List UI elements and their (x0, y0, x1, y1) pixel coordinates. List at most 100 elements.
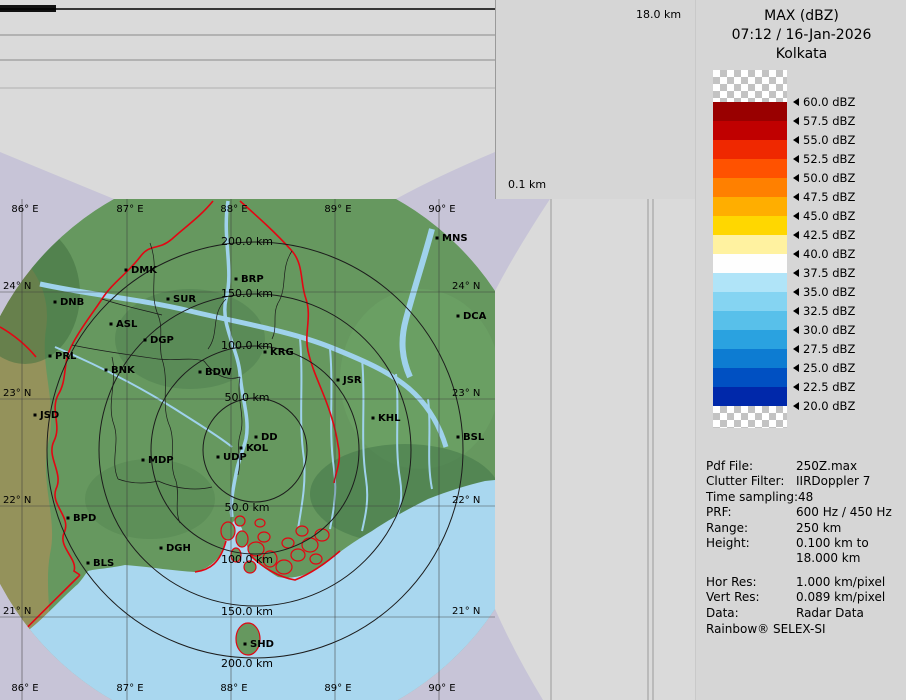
metadata-row: Hor Res:1.000 km/pixel (706, 575, 892, 590)
city-label: BSL (463, 432, 485, 443)
metadata-label: Vert Res: (706, 590, 796, 605)
software-brand: Rainbow® SELEX-SI (706, 622, 826, 636)
axis-corner-panel: 18.0 km 0.1 km (496, 0, 695, 199)
scale-label: 35.0 dBZ (803, 285, 855, 299)
city-label: BDW (205, 367, 232, 378)
top-projection-panel (0, 0, 496, 199)
range-ring-label-north: 150.0 km (221, 287, 273, 300)
scale-label-row: 25.0 dBZ (793, 361, 855, 375)
scale-label: 52.5 dBZ (803, 152, 855, 166)
radar-map-graphic: 50.0 km50.0 km100.0 km100.0 km150.0 km15… (0, 199, 495, 700)
city-label: MNS (442, 233, 468, 244)
longitude-label-top: 86° E (11, 204, 38, 215)
scale-band-0 (713, 102, 787, 121)
city-label: BPD (73, 513, 96, 524)
range-ring-label-south: 100.0 km (221, 553, 273, 566)
top-projection-graphic (0, 0, 495, 199)
latitude-label-left: 24° N (3, 281, 31, 292)
product-datetime: 07:12 / 16-Jan-2026 (696, 26, 906, 45)
scale-band-10 (713, 292, 787, 311)
tick-left-icon (793, 155, 799, 163)
right-projection-graphic (495, 199, 695, 700)
longitude-label-top: 90° E (428, 204, 455, 215)
city-dot (199, 371, 202, 374)
legend-header: MAX (dBZ) 07:12 / 16-Jan-2026 Kolkata (696, 7, 906, 64)
scale-band-11 (713, 311, 787, 330)
tick-left-icon (793, 364, 799, 372)
right-projection-panel (495, 199, 695, 700)
longitude-label-bottom: 86° E (11, 683, 38, 694)
tick-left-icon (793, 345, 799, 353)
metadata-row: Pdf File:250Z.max (706, 459, 892, 474)
scale-band-3 (713, 159, 787, 178)
city-dot (160, 547, 163, 550)
scale-band-4 (713, 178, 787, 197)
longitude-label-top: 88° E (220, 204, 247, 215)
city-dot (457, 315, 460, 318)
city-dot (144, 339, 147, 342)
tick-left-icon (793, 402, 799, 410)
no-data-wedge-top (495, 199, 550, 291)
metadata-value: 0.089 km/pixel (796, 590, 885, 604)
metadata-value: 1.000 km/pixel (796, 575, 885, 589)
metadata-value: 250Z.max (796, 459, 857, 473)
metadata-label: Height: (706, 536, 796, 551)
radar-map-panel[interactable]: 50.0 km50.0 km100.0 km100.0 km150.0 km15… (0, 199, 495, 700)
scale-band-6 (713, 216, 787, 235)
metadata-label: Pdf File: (706, 459, 796, 474)
longitude-label-bottom: 87° E (116, 683, 143, 694)
range-ring-label-north: 50.0 km (224, 391, 269, 404)
range-ring-label-north: 100.0 km (221, 339, 273, 352)
scale-label-row: 37.5 dBZ (793, 266, 855, 280)
longitude-label-bottom: 90° E (428, 683, 455, 694)
range-ring-label-south: 150.0 km (221, 605, 273, 618)
city-dot (244, 643, 247, 646)
latitude-label-left: 22° N (3, 495, 31, 506)
scale-label: 47.5 dBZ (803, 190, 855, 204)
scale-band-13 (713, 349, 787, 368)
scale-band-2 (713, 140, 787, 159)
scale-label-row: 20.0 dBZ (793, 399, 855, 413)
station-name: Kolkata (696, 45, 906, 64)
tick-left-icon (793, 250, 799, 258)
city-dot (87, 562, 90, 565)
no-data-wedge-bottom (495, 609, 543, 700)
scale-band-7 (713, 235, 787, 254)
metadata-label: Clutter Filter: (706, 474, 796, 489)
scale-label-row: 45.0 dBZ (793, 209, 855, 223)
metadata-row: 18.000 km (706, 551, 892, 566)
metadata-label: Hor Res: (706, 575, 796, 590)
range-ring-label-south: 200.0 km (221, 657, 273, 670)
scale-label: 57.5 dBZ (803, 114, 855, 128)
scale-checker-top (713, 70, 787, 102)
scale-label-row: 42.5 dBZ (793, 228, 855, 242)
scale-band-8 (713, 254, 787, 273)
scale-label-row: 27.5 dBZ (793, 342, 855, 356)
tick-left-icon (793, 231, 799, 239)
scale-band-14 (713, 368, 787, 387)
city-dot (337, 379, 340, 382)
city-dot (240, 447, 243, 450)
city-label: DCA (463, 311, 487, 322)
legend-panel: MAX (dBZ) 07:12 / 16-Jan-2026 Kolkata 60… (695, 0, 906, 700)
tick-left-icon (793, 136, 799, 144)
scale-label-row: 22.5 dBZ (793, 380, 855, 394)
scale-label-row: 50.0 dBZ (793, 171, 855, 185)
city-dot (255, 436, 258, 439)
city-dot (49, 355, 52, 358)
city-label: KRG (270, 347, 294, 358)
metadata-label: Range: (706, 521, 796, 536)
tick-left-icon (793, 326, 799, 334)
scale-label: 25.0 dBZ (803, 361, 855, 375)
tick-left-icon (793, 117, 799, 125)
scale-band-15 (713, 387, 787, 406)
city-dot (264, 351, 267, 354)
city-label: DD (261, 432, 278, 443)
scale-label: 50.0 dBZ (803, 171, 855, 185)
height-axis-max-label: 18.0 km (636, 8, 681, 21)
tick-left-icon (793, 193, 799, 201)
scale-label: 40.0 dBZ (803, 247, 855, 261)
scale-label-row: 60.0 dBZ (793, 95, 855, 109)
scale-label: 30.0 dBZ (803, 323, 855, 337)
city-label: DNB (60, 297, 84, 308)
